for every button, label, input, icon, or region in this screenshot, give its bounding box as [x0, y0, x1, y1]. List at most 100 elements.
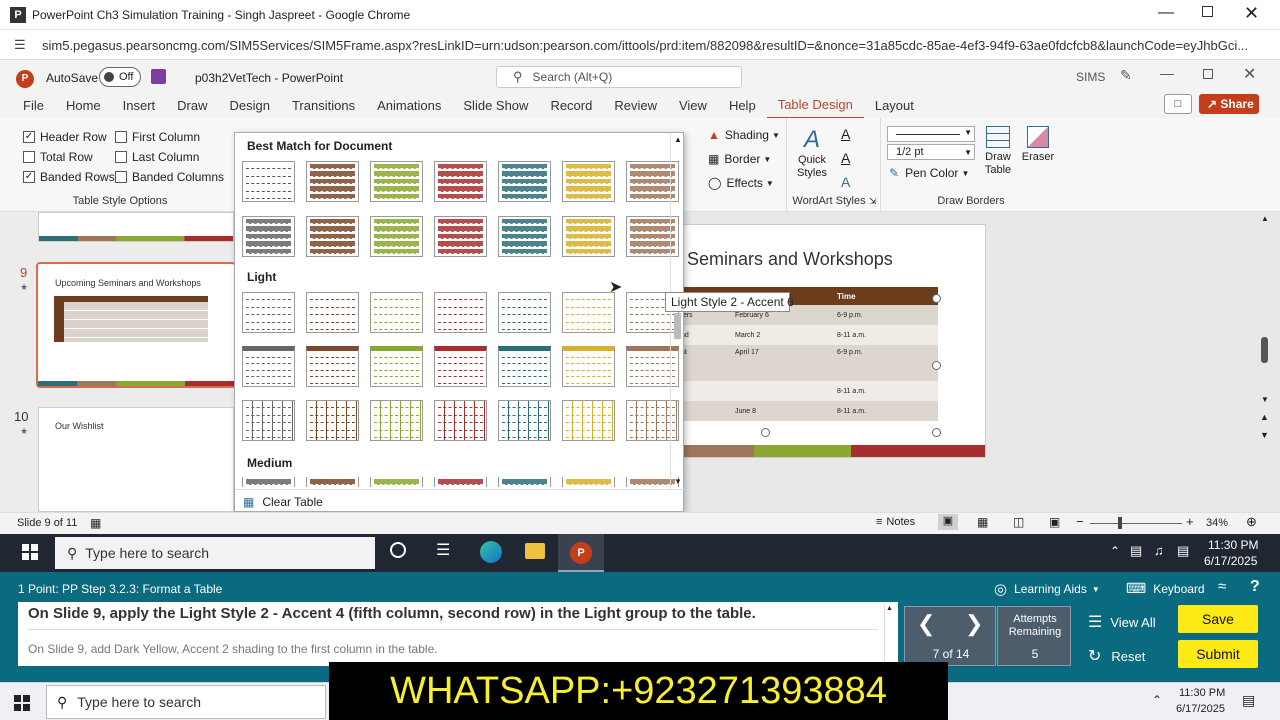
table-style-thumbnail[interactable] — [306, 161, 359, 202]
table-style-thumbnail[interactable] — [434, 292, 487, 333]
slide-show-icon[interactable]: ▣ — [1049, 515, 1060, 529]
pen-style-select[interactable]: ▼ — [887, 126, 975, 142]
widgets-icon[interactable]: ☰ — [436, 540, 450, 560]
tab-transitions[interactable]: Transitions — [281, 94, 366, 118]
first-column-checkbox[interactable]: First Column — [115, 130, 200, 144]
view-all-button[interactable]: ☰ View All — [1088, 612, 1156, 632]
slide-canvas[interactable]: Seminars and Workshops Date Time ters Fe… — [680, 224, 986, 458]
keyboard-button[interactable]: ⌨ Keyboard — [1126, 580, 1205, 597]
eraser-button[interactable]: Eraser — [1021, 126, 1055, 164]
tab-draw[interactable]: Draw — [166, 94, 218, 118]
search-box[interactable]: ⚲ Search (Alt+Q) — [496, 66, 742, 88]
file-explorer-icon[interactable] — [525, 543, 545, 559]
table-style-thumbnail[interactable] — [498, 216, 551, 257]
clear-table-button[interactable]: ▦ Clear Table — [235, 489, 684, 513]
tab-home[interactable]: Home — [55, 94, 112, 118]
table-style-thumbnail[interactable] — [306, 216, 359, 257]
last-column-checkbox[interactable]: Last Column — [115, 150, 199, 164]
tab-table-design[interactable]: Table Design — [766, 93, 864, 119]
table-style-thumbnail[interactable] — [434, 477, 487, 487]
table-style-thumbnail[interactable] — [562, 292, 615, 333]
table-style-thumbnail[interactable] — [306, 400, 359, 441]
tab-help[interactable]: Help — [718, 94, 767, 118]
tab-view[interactable]: View — [668, 94, 718, 118]
pp-close-icon[interactable]: ✕ — [1243, 64, 1256, 84]
normal-view-icon[interactable]: ▣ — [938, 514, 958, 530]
zoom-slider-thumb[interactable] — [1118, 517, 1122, 529]
task-view-icon[interactable] — [390, 542, 406, 558]
resize-handle-icon[interactable] — [932, 294, 941, 303]
tab-insert[interactable]: Insert — [112, 94, 167, 118]
banded-rows-checkbox[interactable]: ✓ Banded Rows — [23, 170, 115, 184]
notes-button[interactable]: ≡ Notes — [876, 516, 915, 528]
zoom-out-icon[interactable]: − — [1076, 514, 1084, 529]
quick-styles-button[interactable]: A Quick Styles — [795, 126, 829, 180]
table-style-thumbnail[interactable] — [242, 477, 295, 487]
table-style-thumbnail[interactable] — [306, 346, 359, 387]
reading-view-icon[interactable]: ◫ — [1013, 515, 1024, 529]
previous-step-icon[interactable]: ❮ — [917, 611, 935, 637]
address-bar[interactable]: ☰ sim5.pegasus.pearsoncmg.com/SIM5Servic… — [0, 30, 1280, 60]
tab-layout[interactable]: Layout — [864, 94, 925, 118]
volume-icon[interactable]: ♫ — [1154, 543, 1164, 558]
pen-icon[interactable]: ✎ — [1120, 67, 1132, 84]
host-search-box[interactable]: ⚲ Type here to search — [46, 685, 326, 719]
table-style-thumbnail[interactable] — [498, 161, 551, 202]
table-style-thumbnail[interactable] — [498, 477, 551, 487]
table-style-thumbnail[interactable] — [306, 477, 359, 487]
border-button[interactable]: ▦ Border ▼ — [708, 152, 771, 166]
table-style-thumbnail[interactable] — [562, 161, 615, 202]
table-style-thumbnail[interactable] — [242, 216, 295, 257]
table-style-thumbnail[interactable] — [242, 292, 295, 333]
table-style-thumbnail[interactable] — [370, 161, 423, 202]
text-outline-icon[interactable]: A — [841, 150, 850, 166]
table-style-thumbnail[interactable] — [434, 161, 487, 202]
shading-button[interactable]: ▲ Shading ▼ — [708, 128, 780, 142]
table-style-thumbnail[interactable] — [306, 292, 359, 333]
minimize-icon[interactable]: — — [1158, 4, 1174, 22]
table-style-thumbnail[interactable] — [370, 477, 423, 487]
scroll-up-icon[interactable]: ▲ — [674, 135, 682, 144]
draw-table-button[interactable]: Draw Table — [983, 126, 1013, 177]
pen-color-button[interactable]: ✎ Pen Color ▼ — [889, 166, 969, 180]
accessibility-icon[interactable]: ▦ — [90, 516, 101, 530]
save-disk-icon[interactable] — [151, 69, 166, 84]
effects-button[interactable]: ◯ Effects ▼ — [708, 176, 774, 190]
scroll-down-icon[interactable]: ▼ — [1261, 395, 1269, 404]
table-style-thumbnail[interactable] — [434, 346, 487, 387]
table-style-thumbnail[interactable] — [242, 161, 295, 202]
tab-design[interactable]: Design — [219, 94, 281, 118]
next-slide-icon[interactable]: ▼ — [1260, 430, 1269, 440]
resize-handle-icon[interactable] — [932, 361, 941, 370]
slide-sorter-icon[interactable]: ▦ — [977, 515, 988, 529]
scroll-thumb[interactable] — [674, 313, 681, 339]
text-effects-icon[interactable]: A — [841, 174, 850, 190]
slide10-thumbnail[interactable]: Our Wishlist — [38, 407, 234, 512]
tab-review[interactable]: Review — [603, 94, 668, 118]
table-style-thumbnail[interactable] — [498, 292, 551, 333]
tab-file[interactable]: File — [12, 94, 55, 118]
host-windows-start-icon[interactable] — [14, 695, 30, 711]
help-icon[interactable]: ? — [1250, 578, 1260, 596]
resize-handle-icon[interactable] — [932, 428, 941, 437]
table-style-thumbnail[interactable] — [562, 477, 615, 487]
tab-slide-show[interactable]: Slide Show — [452, 94, 539, 118]
previous-slide-icon[interactable]: ▲ — [1260, 412, 1269, 422]
table-style-thumbnail[interactable] — [370, 346, 423, 387]
table-style-thumbnail[interactable] — [562, 216, 615, 257]
text-fill-icon[interactable]: A — [841, 126, 850, 142]
maximize-icon[interactable] — [1202, 6, 1213, 17]
scroll-down-icon[interactable]: ▼ — [674, 477, 682, 486]
table-style-thumbnail[interactable] — [562, 346, 615, 387]
total-row-checkbox[interactable]: Total Row — [23, 150, 93, 164]
pp-minimize-icon[interactable]: — — [1160, 65, 1174, 81]
network-icon[interactable]: ▤ — [1130, 543, 1142, 559]
host-tray-chevron-icon[interactable]: ⌃ — [1152, 693, 1162, 707]
table-style-thumbnail[interactable] — [242, 346, 295, 387]
submit-button[interactable]: Submit — [1178, 640, 1258, 668]
scroll-up-icon[interactable]: ▲ — [1261, 214, 1269, 223]
resize-handle-icon[interactable] — [761, 428, 770, 437]
url-text[interactable]: sim5.pegasus.pearsoncmg.com/SIM5Services… — [42, 38, 1252, 53]
share-button[interactable]: ↗ Share — [1199, 94, 1259, 114]
tab-record[interactable]: Record — [539, 94, 603, 118]
